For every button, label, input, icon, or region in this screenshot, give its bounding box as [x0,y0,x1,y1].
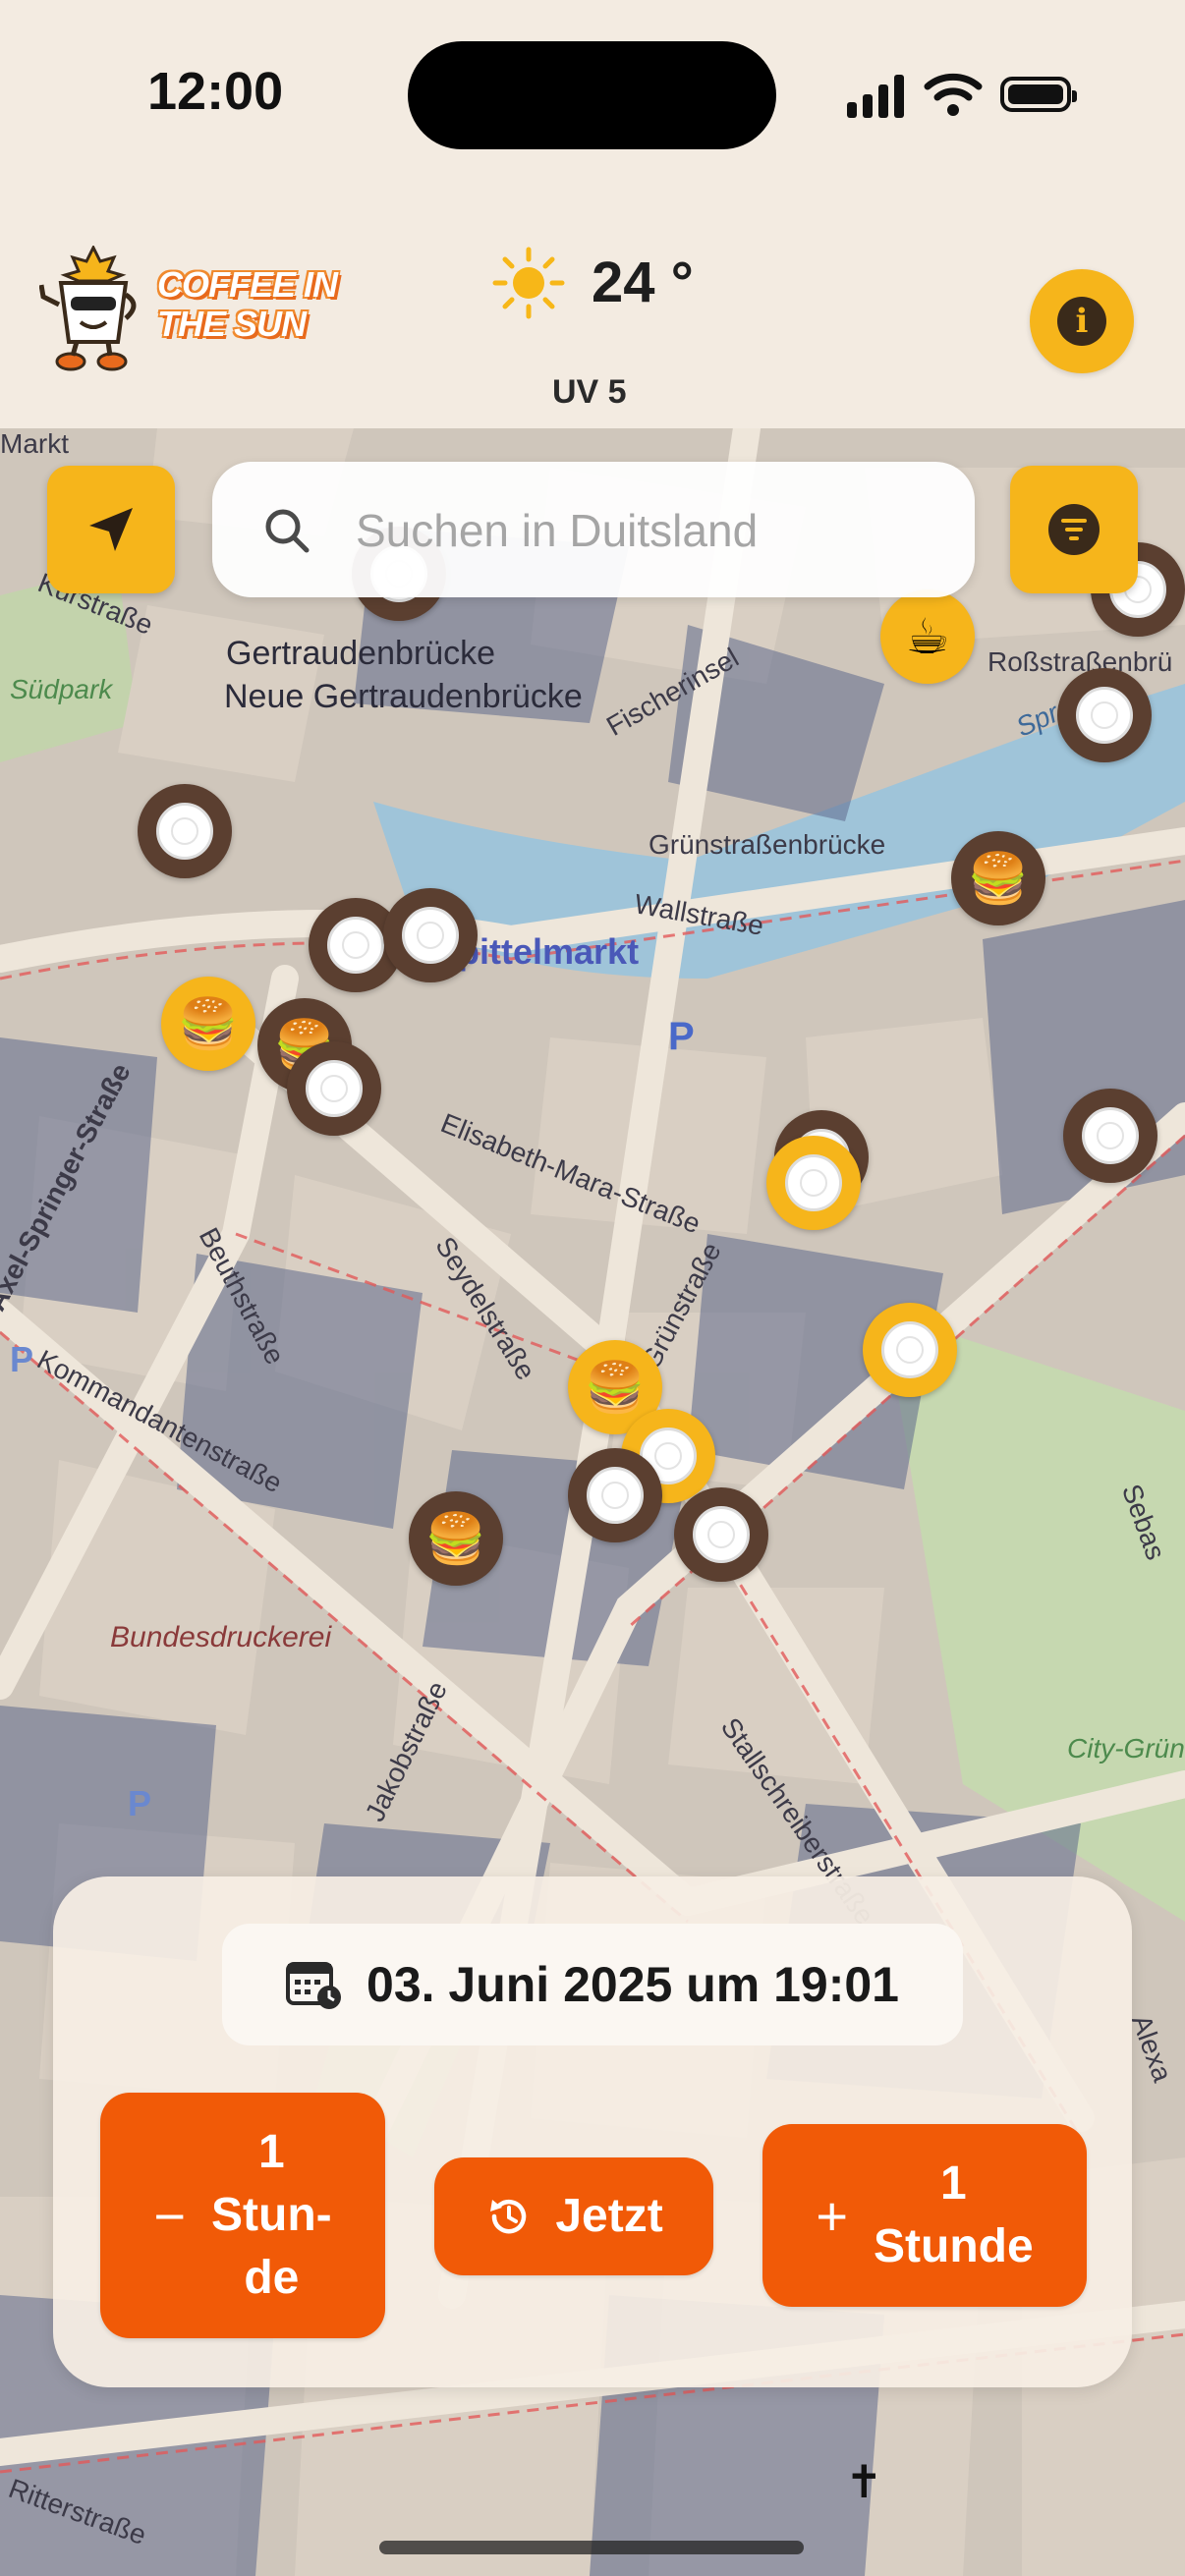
svg-text:✝: ✝ [845,2455,883,2508]
locate-me-button[interactable] [47,466,175,593]
park-label: Südpark [10,674,113,704]
burger-marker[interactable]: 🍔 [951,831,1045,925]
svg-text:P: P [128,1783,151,1823]
minus-one-hour-button[interactable]: − 1 Stun- de [100,2093,385,2338]
svg-text:P: P [668,1015,695,1058]
plus-icon: + [816,2184,849,2247]
weather-widget: 24 ° UV 5 [491,246,707,411]
info-button[interactable]: i [1030,269,1134,373]
coffee-cup-mascot-icon [39,246,137,371]
plus-hour-label: 1 Stunde [874,2157,1034,2272]
restaurant-marker[interactable] [863,1303,957,1397]
temperature: 24 ° [592,251,694,314]
location-arrow-icon [89,508,133,551]
restaurant-marker[interactable] [766,1136,861,1230]
plus-one-hour-button[interactable]: + 1 Stunde [762,2124,1087,2307]
svg-text:P: P [10,1339,33,1379]
search-bar[interactable] [212,462,975,597]
app-logo[interactable]: COFFEE IN THE SUN [39,246,364,373]
now-button[interactable]: Jetzt [434,2157,713,2275]
home-indicator [379,2541,804,2554]
minus-hour-label: 1 Stun- de [211,2126,332,2304]
sun-icon [492,247,565,319]
history-clock-icon [490,2200,527,2234]
cellular-signal-icon [847,75,906,118]
street-label: Grünstraßenbrücke [649,829,886,860]
selected-date-time: 03. Juni 2025 um 19:01 [367,1957,899,2012]
burger-marker[interactable]: 🍔 [161,977,255,1071]
filter-icon [1048,504,1100,555]
logo-text: COFFEE IN THE SUN [157,264,338,344]
date-time-selector[interactable]: 03. Juni 2025 um 19:01 [222,1924,963,2045]
restaurant-marker[interactable] [138,784,232,878]
wifi-icon [924,73,983,116]
landmark-label: Bundesdruckerei [110,1621,332,1653]
restaurant-marker[interactable] [287,1041,381,1136]
now-label: Jetzt [555,2190,663,2242]
cafe-marker[interactable]: ☕ [880,589,975,684]
street-label: Roßstraßenbrü [988,646,1173,677]
search-input[interactable] [354,491,947,570]
calendar-clock-icon [286,1962,342,2009]
info-icon: i [1057,297,1106,346]
restaurant-marker[interactable] [568,1448,662,1542]
search-icon [265,509,310,553]
uv-index: UV 5 [552,373,627,411]
restaurant-marker[interactable] [1063,1089,1157,1183]
minus-icon: − [153,2184,187,2247]
dynamic-island [408,41,776,149]
app-header: COFFEE IN THE SUN 24 ° UV 5 i [0,196,1185,428]
burger-marker[interactable]: 🍔 [409,1491,503,1586]
restaurant-marker[interactable] [674,1487,768,1582]
status-time: 12:00 [147,62,284,121]
street-label: Markt [0,428,69,459]
street-label: Neue Gertraudenbrücke [224,678,583,715]
battery-icon [1000,77,1077,112]
status-bar: 12:00 [0,0,1185,196]
park-label: City-Grün [1067,1733,1185,1764]
time-control-panel: 03. Juni 2025 um 19:01 − 1 Stun- de Jetz… [53,1876,1132,2387]
street-label: Gertraudenbrücke [226,635,496,672]
filter-button[interactable] [1010,466,1138,593]
restaurant-marker[interactable] [1057,668,1152,762]
restaurant-marker[interactable] [383,888,478,982]
